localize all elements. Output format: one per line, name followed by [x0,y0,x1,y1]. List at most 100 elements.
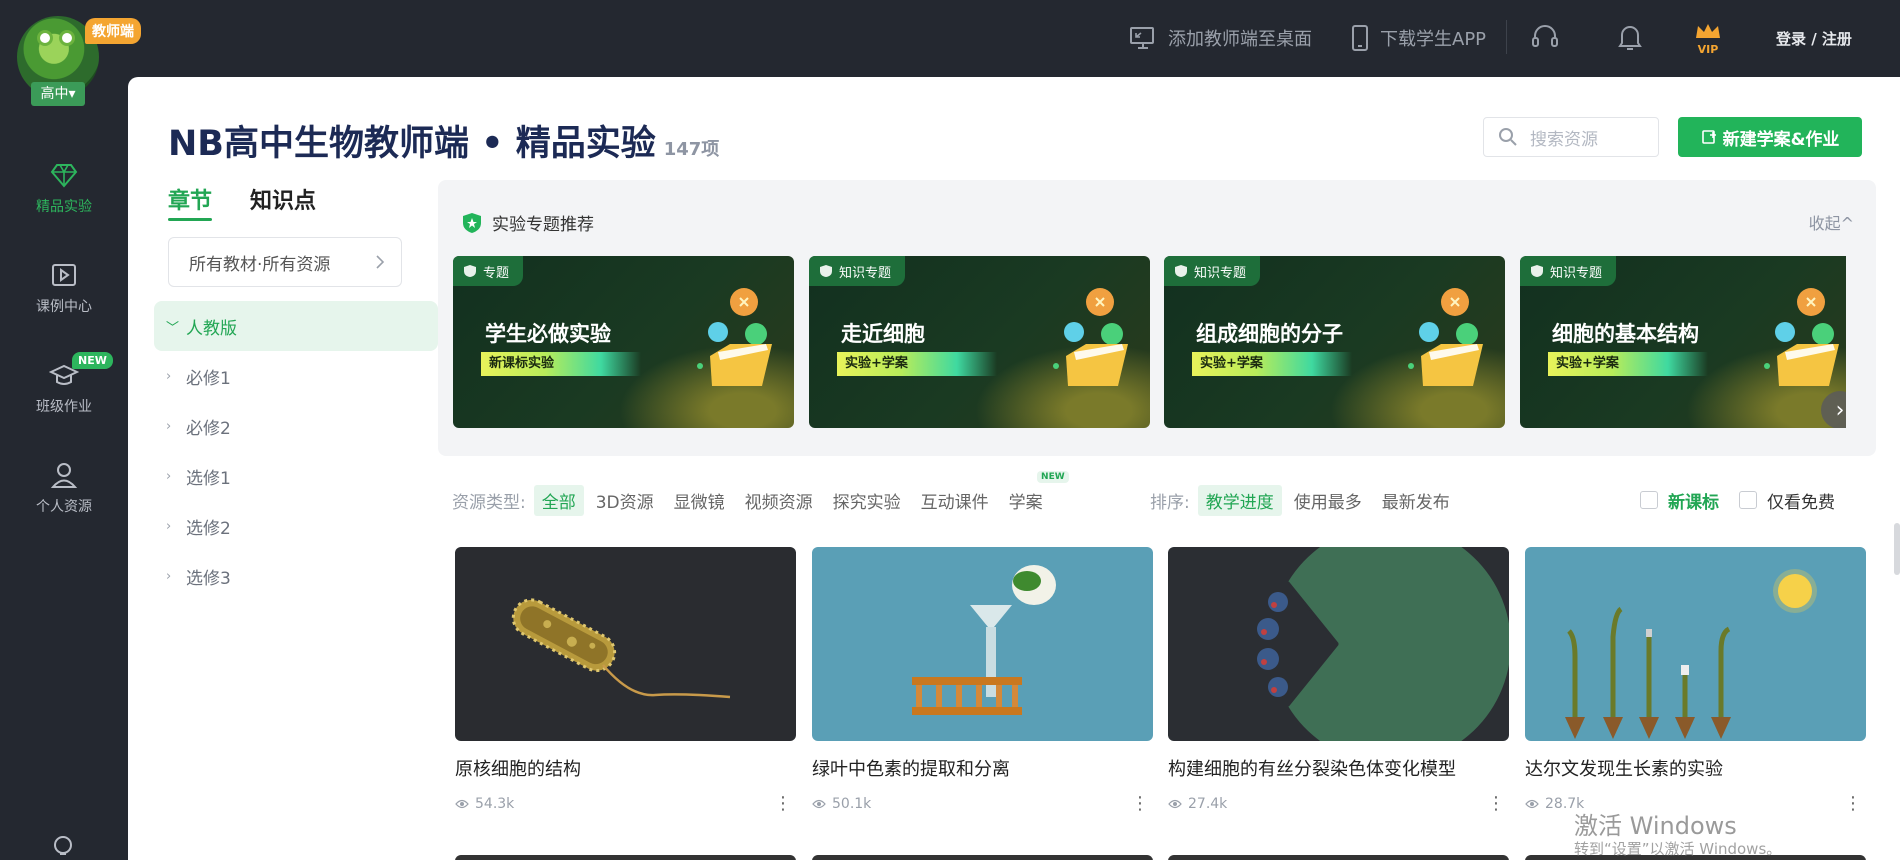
view-count: 27.4k [1168,796,1227,812]
phone-icon [1352,25,1368,51]
user-icon [50,463,78,488]
headset-icon[interactable] [1530,22,1560,52]
tree-item-xuanxiu2[interactable]: › 选修2 [154,501,438,551]
resource-title: 构建细胞的有丝分裂染色体变化模型 [1168,759,1456,780]
tree-item-renjiaoban[interactable]: ﹀ 人教版 [154,301,438,351]
featured-card[interactable]: 知识专题 走近细胞 实验+学案 [809,256,1150,428]
diamond-icon [50,164,78,188]
play-square-icon [52,264,76,286]
rail-item-homework[interactable]: NEW 班级作业 [0,352,128,416]
folder-illustration-icon [1053,288,1128,386]
card-tag: 知识专题 [809,256,906,286]
add-to-desktop-link[interactable]: 添加教师端至桌面 [1128,24,1312,52]
folder-illustration-icon [1764,288,1839,386]
chevron-right-icon: › [166,568,172,584]
more-options-icon[interactable]: ⋮ [1487,793,1509,814]
bell-icon[interactable] [1616,22,1644,52]
resource-thumbnail [1525,547,1866,741]
level-selector[interactable]: 高中▾ [31,82,85,106]
sort-filter: 排序: 教学进度 使用最多 最新发布 [1150,484,1462,516]
search-icon [1499,128,1517,146]
lightbulb-icon[interactable] [48,834,78,860]
more-options-icon[interactable]: ⋮ [1844,793,1866,814]
card-tag: 专题 [453,256,524,286]
app-logo[interactable]: 教师端 高中▾ [17,16,141,108]
chevron-right-icon: › [1835,397,1845,423]
vip-button[interactable]: VIP [1693,22,1723,56]
top-bar: 添加教师端至桌面 下载学生APP VIP 登录 / 注册 [128,0,1900,77]
free-only-checkbox[interactable]: 仅看免费 [1739,488,1835,513]
eye-icon [455,799,469,808]
rail-item-lessons[interactable]: 课例中心 [0,260,128,316]
more-options-icon[interactable]: ⋮ [774,793,796,814]
filter-type-inquiry[interactable]: 探究实验 [825,485,909,516]
more-options-icon[interactable]: ⋮ [1131,793,1153,814]
sort-by-usage[interactable]: 使用最多 [1286,485,1370,516]
collapse-toggle[interactable]: 收起^ [1809,210,1854,234]
resource-card[interactable]: 达尔文发现生长素的实验 28.7k ⋮ [1525,547,1866,814]
resource-thumbnail [455,547,796,741]
main-content: NB高中生物教师端 • 精品实验 147项 搜索资源 新建学案&作业 章节 知识… [128,77,1900,860]
bacterium-illustration-icon [511,598,731,699]
featured-card[interactable]: 知识专题 细胞的基本结构 实验+学案 [1520,256,1846,428]
rail-item-personal[interactable]: 个人资源 [0,460,128,516]
chevron-right-icon: › [166,518,172,534]
resource-card-partial[interactable] [1168,855,1509,860]
new-badge: NEW [72,352,113,369]
resource-card-partial[interactable] [812,855,1153,860]
mitosis-model-illustration-icon [1257,547,1509,741]
filter-type-study-plan[interactable]: 学案 NEW [1001,470,1069,516]
card-tag: 知识专题 [1164,256,1261,286]
resource-title: 原核细胞的结构 [455,759,581,780]
tree-item-xuanxiu1[interactable]: › 选修1 [154,451,438,501]
tree-item-bixiu1[interactable]: › 必修1 [154,351,438,401]
activation-watermark-sub: 转到“设置”以激活 Windows。 [1574,840,1782,858]
view-count: 50.1k [812,796,871,812]
filter-type-3d[interactable]: 3D资源 [588,485,662,516]
filter-type-courseware[interactable]: 互动课件 [913,485,997,516]
resource-card[interactable]: 原核细胞的结构 54.3k ⋮ [455,547,796,814]
filter-type-all[interactable]: 全部 [533,484,584,516]
shield-star-icon [1531,265,1543,277]
filter-type-video[interactable]: 视频资源 [737,485,821,516]
login-link[interactable]: 登录 / 注册 [1776,28,1852,49]
tab-knowledge-points[interactable]: 知识点 [250,183,316,221]
option-checkboxes: 新课标 仅看免费 [1640,485,1835,515]
resource-card[interactable]: 绿叶中色素的提取和分离 50.1k ⋮ [812,547,1153,814]
card-tag: 知识专题 [1520,256,1617,286]
sort-by-newest[interactable]: 最新发布 [1374,485,1458,516]
featured-card[interactable]: 专题 学生必做实验 新课标实验 [453,256,794,428]
new-assignment-button[interactable]: 新建学案&作业 [1678,117,1862,157]
tree-item-xuanxiu3[interactable]: › 选修3 [154,551,438,601]
folder-illustration-icon [697,288,772,386]
featured-card[interactable]: 知识专题 组成细胞的分子 实验+学案 [1164,256,1505,428]
search-input[interactable]: 搜索资源 [1483,117,1659,157]
chapter-tree: ﹀ 人教版 › 必修1 › 必修2 › 选修1 › 选修2 › 选修3 [154,301,438,601]
textbook-filter-select[interactable]: 所有教材·所有资源 [168,237,402,287]
crown-icon [1696,24,1720,38]
new-curriculum-checkbox[interactable]: 新课标 [1640,488,1719,513]
shield-star-icon [820,265,832,277]
scrollbar-thumb[interactable] [1894,523,1900,575]
folder-illustration-icon [1408,288,1483,386]
shield-star-icon [463,212,481,233]
rail-item-experiments[interactable]: 精品实验 [0,160,128,216]
featured-carousel: 专题 学生必做实验 新课标实验 知识专题 走近细胞 实验+学案 知识专题 组成细… [453,256,1846,428]
checkbox-box [1640,491,1658,509]
topbar-divider [1506,20,1507,54]
sort-by-progress[interactable]: 教学进度 [1197,484,1282,516]
resource-card-partial[interactable] [455,855,796,860]
carousel-next-button[interactable]: › [1821,391,1846,428]
chromatography-illustration-icon [912,565,1056,715]
coleoptile-illustration-icon [1565,569,1817,739]
filter-type-microscope[interactable]: 显微镜 [666,485,733,516]
resource-card[interactable]: 构建细胞的有丝分裂染色体变化模型 27.4k ⋮ [1168,547,1509,814]
resource-title: 绿叶中色素的提取和分离 [812,759,1010,780]
tab-chapters[interactable]: 章节 [168,183,213,221]
page-header: NB高中生物教师端 • 精品实验 147项 [168,115,719,166]
page-title: NB高中生物教师端 • 精品实验 [168,124,656,164]
resource-title: 达尔文发现生长素的实验 [1525,759,1723,780]
tree-item-bixiu2[interactable]: › 必修2 [154,401,438,451]
download-app-link[interactable]: 下载学生APP [1350,24,1486,52]
chevron-right-icon [376,255,385,269]
